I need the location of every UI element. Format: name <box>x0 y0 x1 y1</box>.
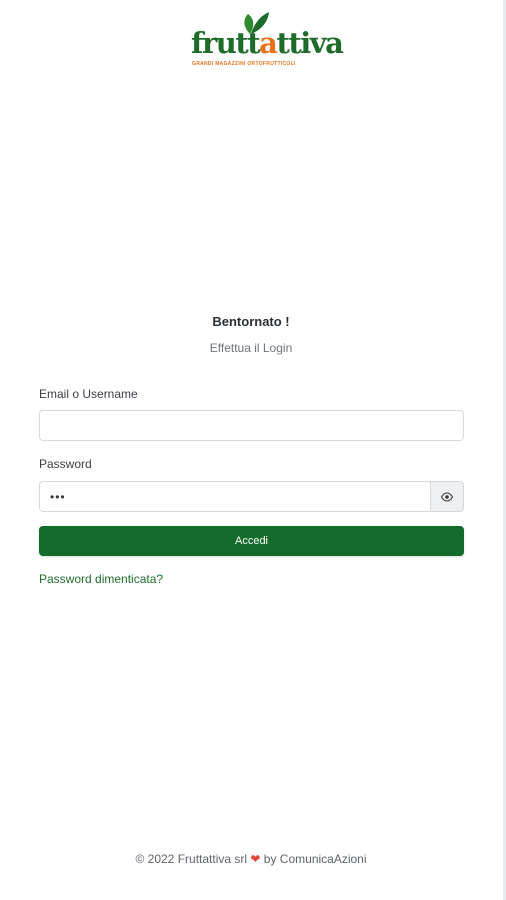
logo-wordmark: fruttattiva <box>191 26 344 60</box>
login-page: fruttattiva GRANDI MAGAZZINI ORTOFRUTTIC… <box>0 0 506 900</box>
logo-text-part2: a <box>259 26 278 60</box>
password-label: Password <box>39 457 92 471</box>
forgot-password-link[interactable]: Password dimenticata? <box>39 572 163 586</box>
footer: © 2022 Fruttattiva srl ❤ by ComunicaAzio… <box>0 852 502 866</box>
heart-icon: ❤ <box>250 852 261 866</box>
logo-text-part1: frutt <box>191 26 261 60</box>
brand-logo: fruttattiva GRANDI MAGAZZINI ORTOFRUTTIC… <box>188 10 344 72</box>
email-label: Email o Username <box>39 387 138 401</box>
page-title: Bentornato ! <box>212 314 290 329</box>
password-field-group <box>39 481 464 512</box>
show-password-button[interactable] <box>430 481 464 512</box>
email-input[interactable] <box>39 410 464 441</box>
password-input[interactable] <box>39 481 431 512</box>
page-subtitle: Effettua il Login <box>209 341 293 355</box>
footer-copyright: © 2022 Fruttattiva srl <box>135 852 248 866</box>
eye-icon <box>441 491 453 502</box>
footer-credit: by ComunicaAzioni <box>263 852 367 866</box>
login-button[interactable]: Accedi <box>39 526 464 556</box>
logo-tagline: GRANDI MAGAZZINI ORTOFRUTTICOLI <box>192 61 296 67</box>
logo-text-part3: ttiva <box>276 26 343 60</box>
